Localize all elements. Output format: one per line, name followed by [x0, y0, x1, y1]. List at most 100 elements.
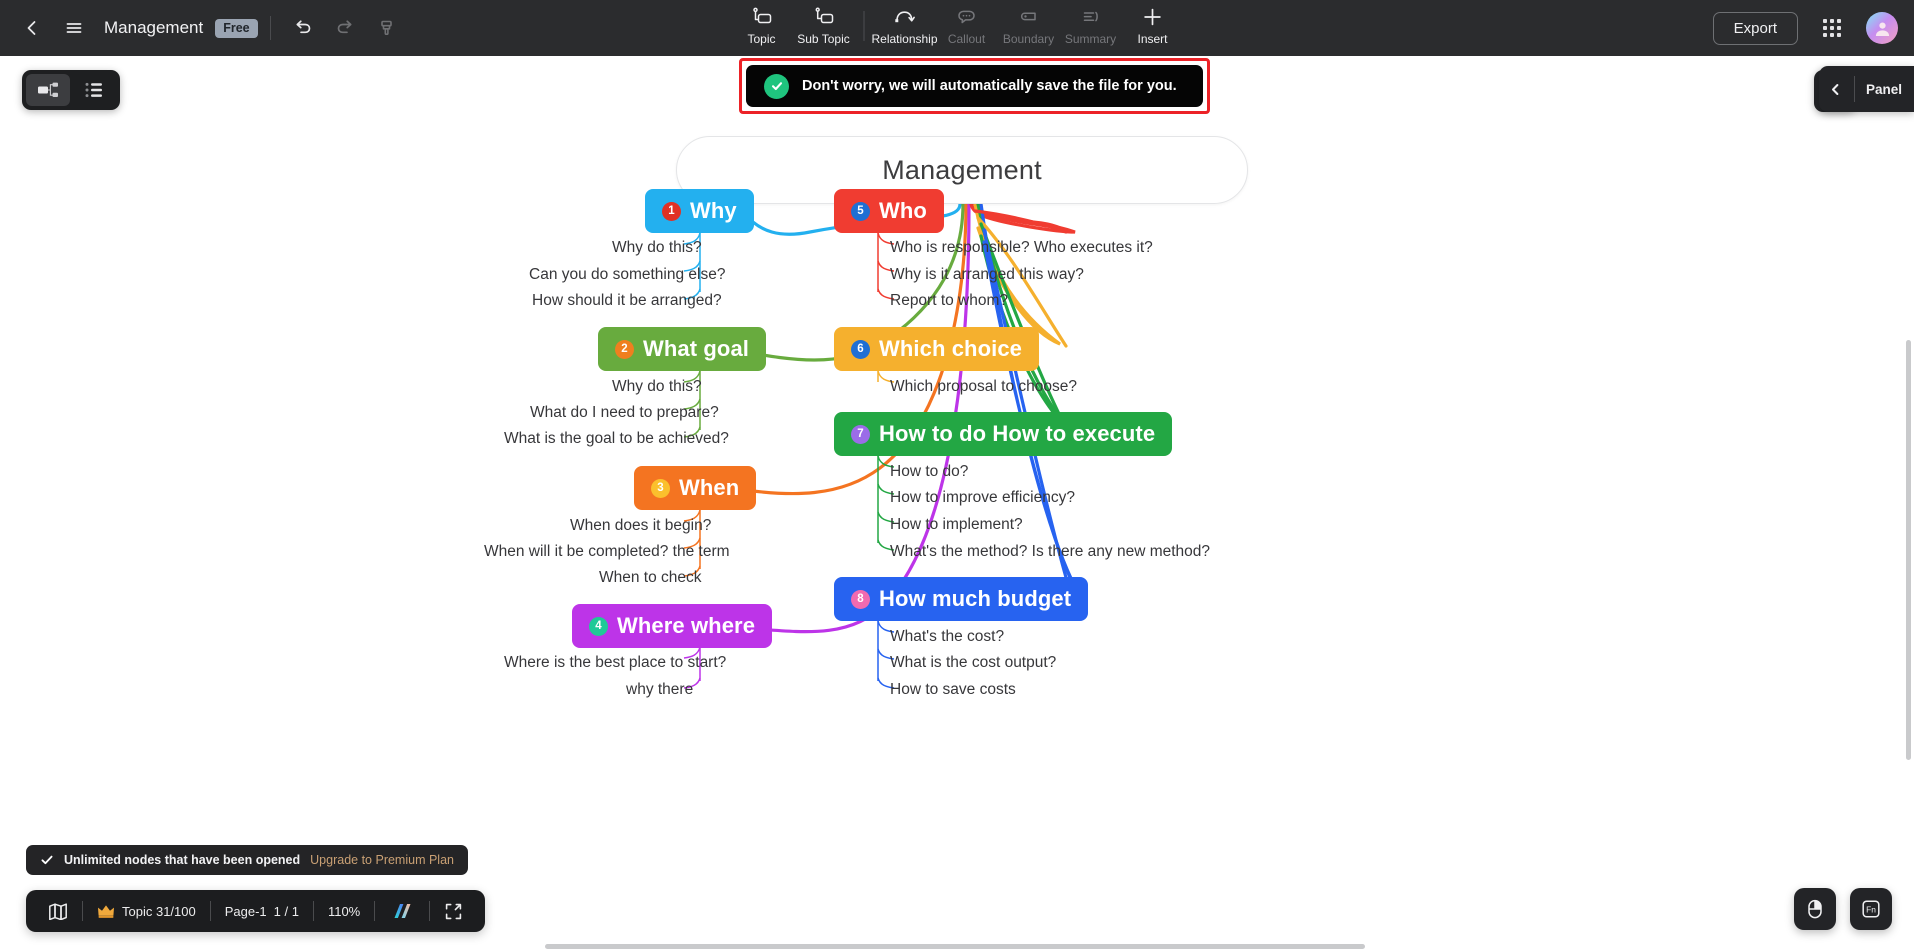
autosave-toast: Don't worry, we will automatically save …	[746, 65, 1203, 107]
leaf-node[interactable]: Which proposal to choose?	[890, 378, 1077, 396]
upgrade-banner[interactable]: Unlimited nodes that have been opened Up…	[26, 845, 468, 875]
leaf-node[interactable]: why there	[626, 681, 693, 699]
top-toolbar: Management Free Topic Sub Topic Relation…	[0, 0, 1914, 56]
branch-node[interactable]: 8 How much budget	[834, 577, 1089, 621]
hamburger-menu-button[interactable]	[54, 8, 94, 48]
keyboard-shortcuts-button[interactable]: Fn	[1850, 888, 1892, 930]
mindmap-app: Management Free Topic Sub Topic Relation…	[0, 0, 1914, 952]
branch-node[interactable]: 5 Who	[834, 189, 944, 233]
outline-view-icon	[85, 82, 102, 98]
leaf-node[interactable]: What is the cost output?	[890, 654, 1056, 672]
plan-badge[interactable]: Free	[215, 18, 258, 38]
plus-icon	[1142, 5, 1164, 29]
tool-boundary[interactable]: Boundary	[998, 5, 1060, 46]
leaf-node[interactable]: How to save costs	[890, 681, 1016, 699]
branch-node[interactable]: 6 Which choice	[834, 327, 1039, 371]
branch-node[interactable]: 4 Where where	[572, 604, 773, 648]
back-button[interactable]	[12, 8, 52, 48]
leaf-node[interactable]: Why do this?	[612, 239, 702, 257]
leaf-node[interactable]: How to implement?	[890, 516, 1023, 534]
insert-tools-group: Topic Sub Topic Relationship Callout Bou…	[731, 0, 1184, 56]
svg-text:Fn: Fn	[1866, 904, 1876, 914]
check-icon	[41, 855, 53, 865]
document-title[interactable]: Management	[104, 18, 203, 38]
leaf-node[interactable]: What's the method? Is there any new meth…	[890, 543, 1210, 561]
tool-label: Sub Topic	[797, 32, 850, 46]
help-fab-group: Fn	[1794, 888, 1892, 930]
tool-summary[interactable]: Summary	[1060, 5, 1122, 46]
mindmap-view-icon	[38, 82, 58, 97]
leaf-node[interactable]: When to check	[599, 569, 702, 587]
branch-number-badge: 6	[851, 339, 870, 359]
export-button[interactable]: Export	[1712, 11, 1798, 45]
vertical-scrollbar[interactable]	[1906, 340, 1911, 760]
status-bar: Topic 31/100 Page-1 1 / 1 110%	[26, 890, 486, 932]
relationship-icon	[892, 5, 918, 29]
fullscreen-button[interactable]	[430, 890, 477, 932]
theme-button[interactable]	[375, 890, 429, 932]
mindmap-canvas[interactable]: Management 1 Why Why do this? Can you do so…	[0, 56, 1914, 896]
tool-callout[interactable]: Callout	[936, 5, 998, 46]
tool-insert[interactable]: Insert	[1122, 5, 1184, 46]
branch-node[interactable]: 1 Why	[645, 189, 754, 233]
view-mode-outline[interactable]	[72, 74, 116, 106]
branch-node[interactable]: 7 How to do How to execute	[834, 412, 1173, 456]
callout-icon	[956, 5, 978, 29]
topic-count-label: Topic 31/100	[122, 903, 196, 919]
divider	[269, 16, 271, 40]
mouse-shortcuts-button[interactable]	[1794, 888, 1836, 930]
branch-node[interactable]: 3 When	[634, 466, 757, 510]
tool-label: Callout	[947, 32, 986, 46]
branch-number-badge: 8	[851, 589, 870, 609]
panel-toggle[interactable]: Panel	[1818, 66, 1914, 112]
zoom-level[interactable]: 110%	[314, 890, 374, 932]
undo-button[interactable]	[283, 8, 323, 48]
leaf-node[interactable]: Report to whom?	[890, 292, 1008, 310]
topic-icon	[750, 5, 774, 29]
divider	[863, 11, 865, 41]
boundary-icon	[1018, 5, 1040, 29]
branch-node-label: How to do How to execute	[879, 421, 1156, 446]
upgrade-text: Unlimited nodes that have been opened	[64, 853, 301, 867]
branch-node-label: What goal	[643, 336, 750, 361]
tool-sub-topic[interactable]: Sub Topic	[793, 5, 855, 46]
leaf-node[interactable]: When does it begin?	[570, 517, 711, 535]
view-mode-mindmap[interactable]	[26, 74, 70, 106]
save-toast-highlight: Don't worry, we will automatically save …	[739, 58, 1210, 114]
page-indicator[interactable]: Page-1 1 / 1	[211, 890, 313, 932]
leaf-node[interactable]: What is the goal to be achieved?	[504, 430, 729, 448]
leaf-node[interactable]: When will it be completed? the term	[484, 543, 730, 561]
tool-label: Summary	[1064, 32, 1117, 46]
mouse-icon	[1808, 899, 1822, 919]
branch-node[interactable]: 2 What goal	[598, 327, 767, 371]
map-overview-button[interactable]	[34, 890, 82, 932]
leaf-node[interactable]: Can you do something else?	[529, 266, 725, 284]
leaf-node[interactable]: How to do?	[890, 463, 968, 481]
branch-number-badge: 7	[851, 424, 870, 444]
tool-topic[interactable]: Topic	[731, 5, 793, 46]
sub-topic-icon	[812, 5, 836, 29]
root-node[interactable]: Management	[676, 136, 1248, 204]
leaf-node[interactable]: What do I need to prepare?	[530, 404, 719, 422]
view-mode-toggle	[22, 70, 120, 110]
branch-node-label: How much budget	[879, 586, 1072, 611]
upgrade-link[interactable]: Upgrade to Premium Plan	[310, 853, 454, 867]
avatar[interactable]	[1866, 12, 1898, 44]
horizontal-scrollbar[interactable]	[545, 944, 1365, 949]
branch-number-badge: 2	[615, 339, 634, 359]
crown-icon	[98, 904, 114, 918]
chevron-left-icon	[1831, 83, 1839, 95]
leaf-node[interactable]: Why is it arranged this way?	[890, 266, 1084, 284]
leaf-node[interactable]: What's the cost?	[890, 628, 1004, 646]
topic-count[interactable]: Topic 31/100	[83, 890, 210, 932]
leaf-node[interactable]: Why do this?	[612, 378, 702, 396]
format-painter-button[interactable]	[367, 8, 407, 48]
leaf-node[interactable]: How should it be arranged?	[532, 292, 722, 310]
leaf-node[interactable]: How to improve efficiency?	[890, 489, 1075, 507]
apps-grid-button[interactable]	[1812, 8, 1852, 48]
leaf-node[interactable]: Who is responsible? Who executes it?	[890, 239, 1153, 257]
leaf-node[interactable]: Where is the best place to start?	[504, 654, 726, 672]
tool-relationship[interactable]: Relationship	[871, 5, 938, 46]
branch-number-badge: 5	[851, 201, 870, 221]
redo-button[interactable]	[325, 8, 365, 48]
